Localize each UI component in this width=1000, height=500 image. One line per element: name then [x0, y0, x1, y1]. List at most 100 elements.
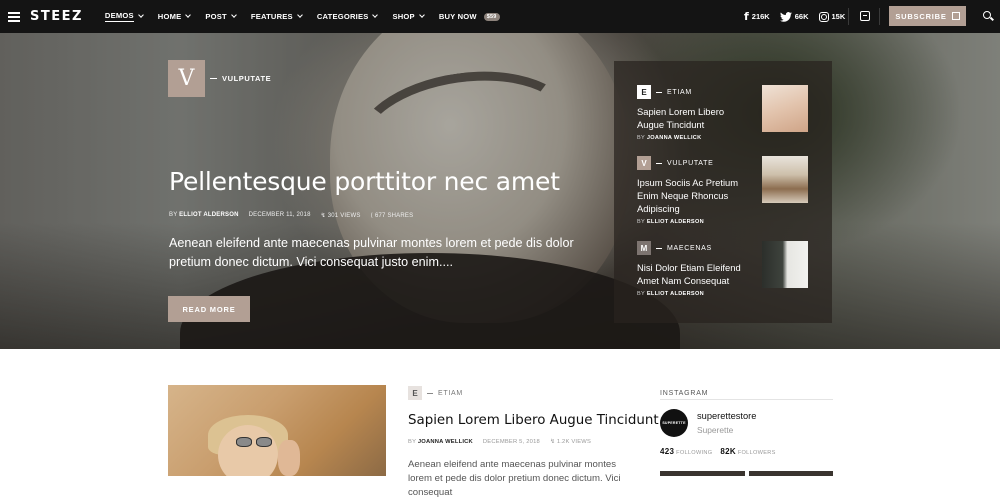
- chevron-down-icon: [372, 12, 379, 18]
- category-letter-box: V: [637, 156, 651, 170]
- menu-item-demos[interactable]: DEMOS: [104, 11, 144, 22]
- menu-item-shop[interactable]: SHOP: [392, 12, 425, 21]
- category-letter-box: M: [637, 241, 651, 255]
- divider: [879, 8, 880, 25]
- author-name[interactable]: ELLIOT ALDERSON: [647, 219, 704, 225]
- side-post-byline: BY ELLIOT ALDERSON: [637, 291, 827, 297]
- menu-item-categories[interactable]: CATEGORIES: [316, 12, 379, 21]
- side-post-thumbnail[interactable]: [762, 241, 808, 288]
- subscribe-button[interactable]: SUBSCRIBE: [889, 6, 966, 26]
- views-label: 301 VIEWS: [327, 213, 361, 219]
- facebook-count: 216K: [751, 12, 770, 21]
- subscribe-label: SUBSCRIBE: [895, 11, 947, 21]
- facebook-link[interactable]: f 216K: [744, 10, 770, 23]
- menu-item-buy-now[interactable]: BUY NOW $59: [439, 12, 500, 21]
- hero-featured-post[interactable]: V VULPUTATE Pellentesque porttitor nec a…: [0, 33, 1000, 349]
- category-letter-box: E: [637, 85, 651, 99]
- twitter-count: 66K: [794, 12, 809, 21]
- main-menu: DEMOS HOME POST FEATURES CATEGORIES SHOP…: [104, 11, 500, 22]
- hero-category[interactable]: V VULPUTATE: [168, 60, 271, 97]
- menu-label: CATEGORIES: [316, 12, 369, 21]
- post-excerpt: Aenean eleifend ante maecenas pulvinar m…: [408, 459, 621, 498]
- instagram-count: 15K: [831, 12, 846, 21]
- instagram-display-name: Superette: [697, 425, 734, 435]
- instagram-icon: [818, 11, 829, 22]
- by-label: BY: [637, 219, 645, 225]
- following-count: 423: [660, 447, 675, 456]
- instagram-username[interactable]: superettestore: [697, 411, 756, 421]
- side-post-thumbnail[interactable]: [762, 85, 808, 132]
- side-post-thumbnail[interactable]: [762, 156, 808, 203]
- social-counters: f 216K 66K 15K: [744, 0, 845, 33]
- post-meta: BY JOANNA WELLICK DECEMBER 5, 2018 ↯ 1.2…: [408, 439, 591, 445]
- side-post-item[interactable]: V VULPUTATE Ipsum Sociis Ac Pretium Enim…: [637, 156, 827, 225]
- side-post-item[interactable]: M MAECENAS Nisi Dolor Etiam Eleifend Ame…: [637, 241, 827, 297]
- twitter-link[interactable]: 66K: [779, 11, 809, 22]
- menu-item-features[interactable]: FEATURES: [251, 12, 303, 21]
- instagram-grid: [660, 471, 833, 476]
- category-letter-box: E: [408, 386, 422, 400]
- author-byline: BY JOANNA WELLICK: [408, 439, 473, 445]
- twitter-icon: [779, 11, 792, 22]
- hero-title[interactable]: Pellentesque porttitor nec amet: [169, 167, 560, 196]
- author-name[interactable]: ELLIOT ALDERSON: [647, 291, 704, 297]
- side-post-title[interactable]: Nisi Dolor Etiam Eleifend Amet Nam Conse…: [637, 261, 747, 287]
- divider: [427, 392, 433, 394]
- post-date: DECEMBER 5, 2018: [482, 439, 540, 445]
- author-name[interactable]: ELLIOT ALDERSON: [179, 212, 238, 218]
- hamburger-menu-icon[interactable]: [8, 11, 22, 22]
- author-name[interactable]: JOANNA WELLICK: [418, 439, 473, 445]
- chevron-down-icon: [185, 12, 192, 18]
- category-name: MAECENAS: [667, 244, 712, 252]
- side-post-title[interactable]: Sapien Lorem Libero Augue Tincidunt: [637, 105, 747, 131]
- by-label: BY: [408, 439, 417, 445]
- divider: [210, 78, 217, 79]
- instagram-link[interactable]: 15K: [818, 11, 846, 22]
- hero-side-posts: E ETIAM Sapien Lorem Libero Augue Tincid…: [614, 61, 832, 323]
- top-navbar: STEEZ DEMOS HOME POST FEATURES CATEGORIE…: [0, 0, 1000, 33]
- category-name: VULPUTATE: [667, 159, 714, 167]
- divider: [656, 162, 662, 164]
- views-count: ↯ 301 VIEWS: [320, 213, 361, 219]
- price-badge: $59: [483, 12, 500, 21]
- divider: [656, 247, 662, 249]
- menu-label: POST: [205, 12, 227, 21]
- instagram-stats: 423 FOLLOWING 82K FOLLOWERS: [660, 447, 776, 456]
- read-more-button[interactable]: READ MORE: [168, 296, 250, 322]
- menu-label: HOME: [157, 12, 182, 21]
- divider: [656, 91, 662, 93]
- instagram-photo[interactable]: [660, 471, 745, 476]
- menu-item-home[interactable]: HOME: [157, 12, 192, 21]
- followers-label: FOLLOWERS: [737, 450, 776, 456]
- post-date: DECEMBER 11, 2018: [248, 212, 311, 218]
- instagram-widget-heading: INSTAGRAM: [660, 390, 709, 397]
- thumbnail-detail: [278, 440, 300, 476]
- menu-item-post[interactable]: POST: [205, 12, 237, 21]
- post-title[interactable]: Sapien Lorem Libero Augue Tincidunt: [408, 413, 659, 428]
- hero-meta: BY ELLIOT ALDERSON DECEMBER 11, 2018 ↯ 3…: [169, 212, 413, 219]
- side-post-title[interactable]: Ipsum Sociis Ac Pretium Enim Neque Rhonc…: [637, 176, 747, 215]
- menu-label: BUY NOW: [438, 12, 477, 21]
- views-label: 1.2K VIEWS: [556, 439, 592, 445]
- followers-count: 82K: [720, 447, 736, 456]
- following-label: FOLLOWING: [676, 450, 713, 456]
- archive-icon[interactable]: [860, 11, 870, 21]
- followers-stat: 82K FOLLOWERS: [720, 447, 775, 456]
- side-post-item[interactable]: E ETIAM Sapien Lorem Libero Augue Tincid…: [637, 85, 827, 141]
- author-name[interactable]: JOANNA WELLICK: [647, 135, 702, 141]
- by-label: BY: [637, 135, 645, 141]
- thumbnail-detail: [218, 425, 278, 476]
- by-label: BY: [169, 212, 178, 218]
- by-label: BY: [637, 291, 645, 297]
- search-icon[interactable]: [983, 11, 991, 19]
- avatar[interactable]: SUPERETTE: [660, 409, 688, 437]
- chevron-down-icon: [231, 12, 237, 18]
- site-logo[interactable]: STEEZ: [30, 9, 83, 24]
- category-letter-box: V: [168, 60, 205, 97]
- post-category[interactable]: E ETIAM: [408, 386, 463, 400]
- instagram-photo[interactable]: [748, 471, 833, 476]
- chevron-down-icon: [137, 12, 144, 18]
- views-count: ↯ 1.2K VIEWS: [549, 439, 592, 445]
- post-thumbnail[interactable]: [168, 385, 386, 476]
- external-link-icon: [951, 12, 960, 20]
